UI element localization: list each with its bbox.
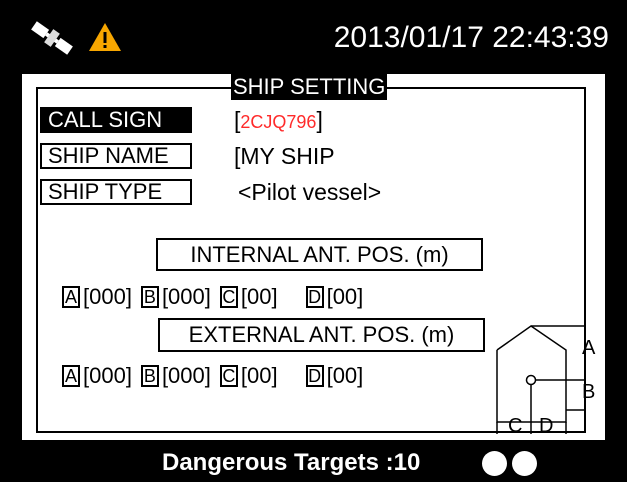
- call-sign-label[interactable]: CALL SIGN: [40, 107, 192, 133]
- satellite-icon: [28, 18, 76, 58]
- external-c-field[interactable]: [00]: [241, 362, 278, 390]
- page-title: SHIP SETTING: [231, 74, 388, 100]
- external-a-field[interactable]: [000]: [83, 362, 132, 390]
- indicator-dot-1: [482, 451, 507, 476]
- internal-c-letter: C: [219, 286, 238, 309]
- warning-icon: [88, 22, 122, 52]
- indicator-dot-2: [512, 451, 537, 476]
- internal-a-letter: A: [62, 286, 80, 309]
- datetime: 2013/01/17 22:43:39: [333, 21, 609, 54]
- ais-screen: 2013/01/17 22:43:39 SHIP SETTING CALL SI…: [0, 0, 627, 482]
- status-bar: 2013/01/17 22:43:39: [0, 0, 627, 74]
- bottom-bar: Dangerous Targets :10: [0, 440, 627, 482]
- external-ant-row: A [000] B [000] C [00] D [00]: [62, 361, 363, 389]
- dangerous-targets-count: Dangerous Targets :10: [162, 449, 421, 476]
- internal-d-letter: D: [305, 286, 324, 309]
- ship-name-field[interactable]: [MY SHIP: [234, 143, 335, 169]
- internal-a-field[interactable]: [000]: [83, 283, 132, 311]
- call-sign-value: 2CJQ796: [240, 112, 317, 132]
- diagram-label-b: B: [582, 381, 596, 403]
- internal-b-field[interactable]: [000]: [162, 283, 211, 311]
- ship-type-label[interactable]: SHIP TYPE: [40, 179, 192, 205]
- ship-name-label[interactable]: SHIP NAME: [40, 143, 192, 169]
- internal-ant-heading: INTERNAL ANT. POS. (m): [156, 238, 483, 271]
- diagram-label-d: D: [539, 415, 554, 437]
- ship-type-field[interactable]: <Pilot vessel>: [238, 179, 381, 205]
- diagram-label-a: A: [582, 337, 596, 359]
- external-d-field[interactable]: [00]: [327, 362, 364, 390]
- external-b-field[interactable]: [000]: [162, 362, 211, 390]
- call-sign-field[interactable]: [2CJQ796]: [234, 107, 323, 135]
- external-a-letter: A: [62, 365, 80, 388]
- internal-d-field[interactable]: [00]: [327, 283, 364, 311]
- internal-ant-row: A [000] B [000] C [00] D [00]: [62, 282, 363, 310]
- internal-c-field[interactable]: [00]: [241, 283, 278, 311]
- external-c-letter: C: [219, 365, 238, 388]
- external-ant-heading: EXTERNAL ANT. POS. (m): [158, 318, 485, 352]
- ship-setting-panel: SHIP SETTING CALL SIGN [2CJQ796] SHIP NA…: [22, 74, 605, 440]
- internal-b-letter: B: [140, 286, 159, 309]
- external-b-letter: B: [140, 365, 159, 388]
- call-sign-bracket-close: ]: [316, 107, 323, 133]
- diagram-label-c: C: [508, 415, 523, 437]
- external-d-letter: D: [305, 365, 324, 388]
- antenna-position-diagram: A B C D: [494, 320, 604, 436]
